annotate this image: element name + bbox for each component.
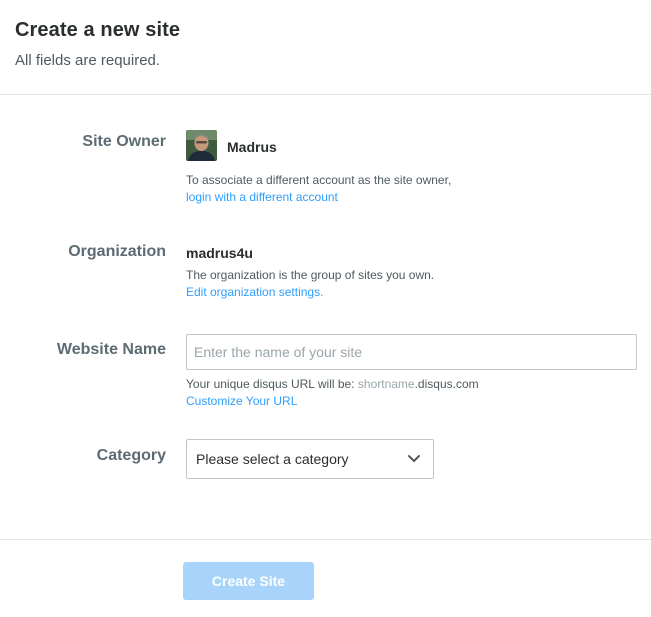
- create-site-button[interactable]: Create Site: [183, 562, 314, 600]
- header-divider: [0, 94, 651, 95]
- customize-url-link[interactable]: Customize Your URL: [186, 393, 479, 410]
- user-avatar-image: [186, 130, 217, 161]
- website-name-label: Website Name: [56, 341, 166, 358]
- category-label: Category: [96, 447, 166, 464]
- login-different-account-link[interactable]: login with a different account: [186, 189, 451, 206]
- avatar: [186, 130, 217, 161]
- website-name-input[interactable]: [186, 334, 637, 370]
- organization-label: Organization: [68, 243, 166, 260]
- category-select[interactable]: Please select a category: [186, 439, 434, 479]
- edit-organization-link[interactable]: Edit organization settings.: [186, 284, 434, 301]
- owner-name: Madrus: [227, 139, 277, 155]
- organization-help-text: The organization is the group of sites y…: [186, 268, 435, 282]
- page-title: Create a new site: [15, 19, 181, 41]
- organization-block: madrus4u The organization is the group o…: [186, 245, 434, 301]
- organization-name: madrus4u: [186, 245, 253, 261]
- url-shortname-text: shortname: [357, 377, 415, 391]
- footer-divider: [0, 539, 651, 540]
- site-owner-label: Site Owner: [82, 133, 166, 150]
- category-selected-value: Please select a category: [196, 451, 349, 467]
- website-url-help-block: Your unique disqus URL will be: shortnam…: [186, 376, 479, 410]
- page-subtitle: All fields are required.: [15, 52, 161, 69]
- chevron-down-icon: [408, 455, 420, 462]
- site-owner-help-text: To associate a different account as the …: [186, 173, 452, 187]
- website-url-help-text: Your unique disqus URL will be: shortnam…: [186, 376, 479, 393]
- page-header: Create a new site All fields are require…: [15, 19, 180, 69]
- url-suffix-text: .disqus.com: [414, 377, 479, 391]
- url-prefix-text: Your unique disqus URL will be:: [186, 377, 358, 391]
- site-owner-help-block: To associate a different account as the …: [186, 172, 451, 206]
